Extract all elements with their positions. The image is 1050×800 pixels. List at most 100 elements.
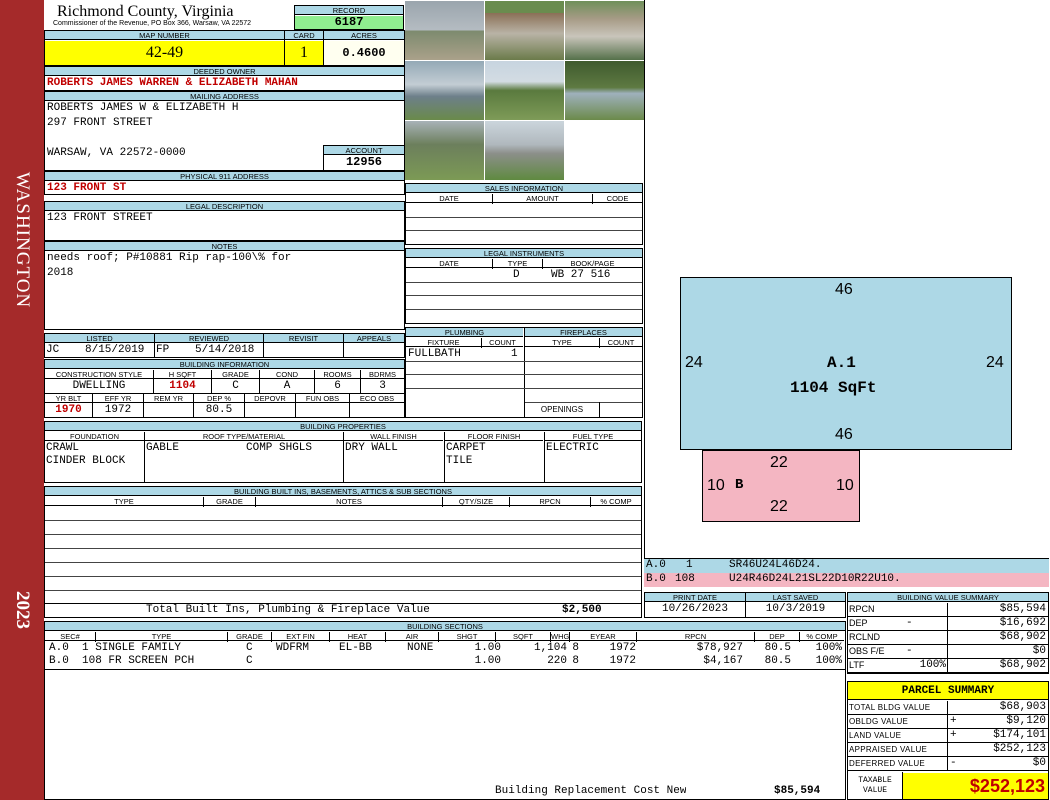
divider: [193, 394, 194, 418]
divider: [244, 394, 245, 418]
built-ins-label: BUILDING BUILT INS, BASEMENTS, ATTICS & …: [45, 487, 641, 496]
area-a-right-dim: 24: [986, 354, 1004, 371]
legend-b-code: B.0: [646, 573, 666, 585]
sales-label: SALES INFORMATION: [406, 184, 642, 193]
year-label: 2023: [12, 591, 33, 629]
section-cell: 108 FR SCREEN PCH: [82, 655, 195, 667]
appeals-label: APPEALS: [344, 334, 404, 343]
legend-b-path: U24R46D24L21SL22D10R22U10.: [729, 573, 901, 585]
listed-label: LISTED: [45, 334, 154, 343]
sales-col-amount: AMOUNT: [493, 194, 592, 203]
parcel-row-value: $0: [1032, 757, 1046, 769]
fireplace-type-label: TYPE: [525, 338, 599, 347]
district-label: WASHINGTON: [12, 171, 33, 309]
sections-col: HEAT: [330, 632, 385, 641]
sidebar: [0, 0, 44, 800]
area-b-top-dim: 22: [770, 454, 788, 471]
deeded-owner-value: ROBERTS JAMES WARREN & ELIZABETH MAHAN: [47, 77, 298, 89]
value-summary-row-label: RCLND: [849, 632, 881, 642]
photo-shed-2: [565, 1, 644, 60]
bp-roof-material: COMP SHGLS: [246, 442, 313, 454]
divider: [143, 394, 144, 418]
value-summary-row-value: $0: [1032, 645, 1046, 657]
taxable-label: TAXABLE VALUE: [848, 773, 902, 799]
divider: [329, 632, 330, 642]
print-date: 10/26/2023: [661, 603, 728, 615]
parcel-row-value: $174,101: [993, 729, 1046, 741]
sales-col-code: CODE: [593, 194, 642, 203]
photo-trees: [565, 61, 644, 120]
divider: [754, 632, 755, 642]
sections-label: BUILDING SECTIONS: [45, 622, 845, 631]
divider: [947, 701, 948, 715]
bi-col-comp: % COMP: [591, 497, 641, 506]
card-value: 1: [285, 41, 323, 65]
divider: [947, 743, 948, 757]
parcel-row-label: APPRAISED VALUE: [849, 745, 928, 754]
divider: [947, 715, 948, 729]
fireplace-count-label: COUNT: [600, 338, 642, 347]
mailing-line3: WARSAW, VA 22572-0000: [47, 147, 186, 159]
legal-label: LEGAL DESCRIPTION: [45, 202, 404, 211]
built-ins-row: [45, 534, 641, 535]
divider: [360, 370, 361, 393]
legal-instruments-label: LEGAL INSTRUMENTS: [406, 249, 642, 258]
divider: [495, 632, 496, 642]
parcel-row-label: LAND VALUE: [849, 731, 902, 740]
value-summary-row-label: LTF: [849, 660, 865, 670]
reviewed-label: REVIEWED: [155, 334, 263, 343]
section-cell: C: [246, 642, 253, 654]
taxable-label-line1: TAXABLE: [858, 776, 892, 785]
value-summary-row-sign: -: [906, 617, 913, 629]
legend-b-num: 108: [675, 573, 695, 585]
legend-a-code: A.0: [646, 559, 666, 571]
bi-col-type: TYPE: [45, 497, 203, 506]
listed-by: JC: [46, 344, 60, 356]
area-b-label: B: [735, 477, 744, 493]
parcel-row-label: OBLDG VALUE: [849, 717, 909, 726]
sketch-legend-a: [644, 559, 1049, 573]
photo-shed-1: [485, 1, 564, 60]
bi-col-notes: NOTES: [256, 497, 442, 506]
taxable-label-line2: VALUE: [862, 786, 887, 795]
bp-fuel: ELECTRIC: [546, 442, 599, 454]
bp-col-foundation: FOUNDATION: [45, 432, 144, 441]
value-summary-row-label: DEP: [849, 618, 868, 628]
acres-label: ACRES: [324, 31, 404, 40]
account-label: ACCOUNT: [324, 146, 404, 155]
area-b-left-dim: 10: [707, 477, 725, 494]
built-ins-row: [45, 590, 641, 591]
divider: [799, 632, 800, 642]
building-info-col: ROOMS: [315, 370, 360, 379]
divider: [848, 672, 1048, 673]
area-b-right-dim: 10: [836, 477, 854, 494]
value-summary-row-value: $16,692: [999, 617, 1046, 629]
bp-wall: DRY WALL: [345, 442, 398, 454]
building-info-col: EFF YR: [93, 394, 143, 403]
bp-floor-2: TILE: [446, 455, 473, 467]
divider: [947, 645, 948, 659]
bi-col-grade: GRADE: [204, 497, 255, 506]
building-info-col: DEP %: [194, 394, 244, 403]
building-info-value: 1104: [169, 380, 196, 392]
county-title: Richmond County, Virginia: [57, 3, 234, 20]
mailing-line1: ROBERTS JAMES W & ELIZABETH H: [47, 102, 239, 114]
building-info-col: ECO OBS: [350, 394, 404, 403]
divider: [227, 632, 228, 642]
divider: [569, 632, 570, 642]
notes-line2: 2018: [47, 267, 74, 279]
area-a-sqft: 1104 SqFt: [790, 379, 877, 397]
sections-col: DEP: [755, 632, 799, 641]
building-info-value: 80.5: [205, 404, 233, 416]
plumbing-fixture: FULLBATH: [408, 348, 461, 360]
last-saved-label: LAST SAVED: [746, 593, 845, 602]
divider: [848, 770, 1048, 771]
bp-col-wall: WALL FINISH: [344, 432, 443, 441]
building-info-value: 3: [379, 380, 386, 392]
sections-col: GRADE: [228, 632, 271, 641]
parcel-row-label: DEFERRED VALUE: [849, 759, 926, 768]
bp-roof-type: GABLE: [146, 442, 180, 454]
building-info-col: GRADE: [212, 370, 259, 379]
photo-house-side: [485, 121, 564, 180]
print-date-label: PRINT DATE: [645, 593, 745, 602]
